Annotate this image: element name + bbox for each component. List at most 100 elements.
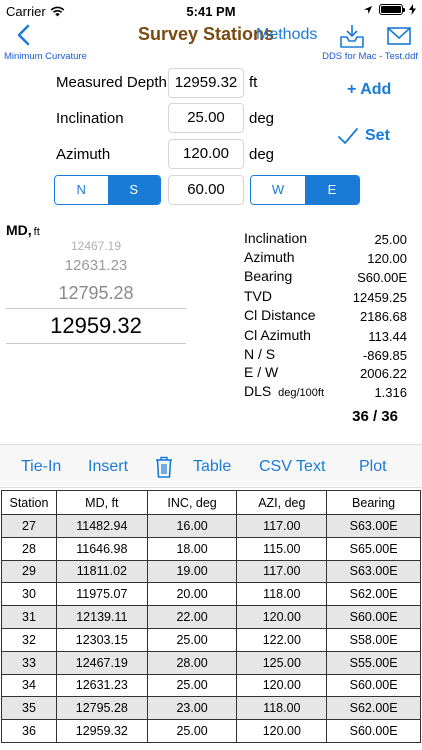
table-cell: 25.00 <box>146 719 238 743</box>
table-row[interactable]: 34 12631.23 25.00 120.00 S60.00E <box>1 673 421 698</box>
table-cell: S58.00E <box>326 627 421 652</box>
plot-button[interactable]: Plot <box>359 458 387 476</box>
table-cell: 12795.28 <box>55 696 148 721</box>
set-button[interactable]: Set <box>337 127 390 145</box>
column-header-bearing: Bearing <box>326 490 421 515</box>
north-south-segment: N S <box>54 175 161 205</box>
add-button[interactable]: + Add <box>347 81 391 99</box>
table-cell: S62.00E <box>326 582 421 607</box>
table-row[interactable]: 27 11482.94 16.00 117.00 S63.00E <box>1 514 421 538</box>
table-cell: 18.00 <box>146 536 238 561</box>
table-cell: 27 <box>1 514 57 538</box>
table-cell: 11482.94 <box>55 514 148 538</box>
table-cell: S65.00E <box>326 536 421 561</box>
checkmark-icon <box>338 128 358 144</box>
inclination-field[interactable]: 25.00 <box>168 103 244 133</box>
measured-depth-field[interactable]: 12959.32 <box>168 68 244 98</box>
table-cell: S55.00E <box>326 650 421 675</box>
east-west-segment: W E <box>250 175 360 205</box>
result-label: E / W <box>244 364 279 380</box>
inbox-download-icon[interactable] <box>339 23 365 49</box>
table-row[interactable]: 35 12795.28 23.00 118.00 S62.00E <box>1 696 421 721</box>
picker-selected-option[interactable]: 12959.32 <box>6 313 186 339</box>
set-label: Set <box>365 127 390 144</box>
column-header-md: MD, ft <box>55 490 148 515</box>
picker-option[interactable]: 12795.28 <box>6 283 186 304</box>
picker-option[interactable]: 12631.23 <box>6 257 186 274</box>
table-cell: 30 <box>1 582 57 607</box>
table-cell: 117.00 <box>236 559 328 584</box>
azimuth-label: Azimuth <box>56 146 111 163</box>
table-row[interactable]: 32 12303.15 25.00 122.00 S58.00E <box>1 627 421 652</box>
table-button[interactable]: Table <box>193 458 231 476</box>
table-cell: 36 <box>1 719 57 743</box>
table-cell: 125.00 <box>236 650 328 675</box>
bottom-toolbar: Tie-In Insert Table CSV Text Plot <box>0 444 422 488</box>
result-label: Cl Azimuth <box>244 327 311 343</box>
result-value: 2186.68 <box>360 309 407 324</box>
segment-east[interactable]: E <box>305 176 359 204</box>
dls-unit: deg/100ft <box>278 387 324 399</box>
table-cell: 12467.19 <box>55 650 148 675</box>
result-label: Inclination <box>244 230 308 246</box>
segment-west[interactable]: W <box>251 176 305 204</box>
table-header-row: Station MD, ft INC, deg AZI, deg Bearing <box>1 490 421 515</box>
table-cell: 25.00 <box>146 627 238 652</box>
table-cell: 11975.07 <box>55 582 148 607</box>
table-cell: 29 <box>1 559 57 584</box>
table-row[interactable]: 30 11975.07 20.00 118.00 S62.00E <box>1 582 421 607</box>
table-cell: 31 <box>1 605 57 629</box>
bearing-angle-field[interactable]: 60.00 <box>168 175 244 205</box>
table-row[interactable]: 36 12959.32 25.00 120.00 S60.00E <box>1 719 421 743</box>
trash-icon[interactable] <box>154 456 174 478</box>
md-picker-label: MD, ft <box>6 222 40 238</box>
table-cell: 28 <box>1 536 57 561</box>
table-cell: 12139.11 <box>55 605 148 629</box>
table-cell: S63.00E <box>326 514 421 538</box>
table-cell: 117.00 <box>236 514 328 538</box>
tie-in-button[interactable]: Tie-In <box>21 458 61 476</box>
station-count: 36 / 36 <box>352 408 398 425</box>
location-icon <box>364 5 372 14</box>
result-label: Azimuth <box>244 249 295 265</box>
table-cell: 118.00 <box>236 582 328 607</box>
table-cell: 115.00 <box>236 536 328 561</box>
azimuth-field[interactable]: 120.00 <box>168 139 244 169</box>
table-cell: S62.00E <box>326 696 421 721</box>
inclination-label: Inclination <box>56 110 124 127</box>
table-cell: 25.00 <box>146 673 238 698</box>
status-bar: Carrier 5:41 PM <box>0 0 422 22</box>
result-label: N / S <box>244 346 276 362</box>
table-cell: 35 <box>1 696 57 721</box>
battery-icon <box>379 4 405 15</box>
result-label: DLS deg/100ft <box>244 383 324 399</box>
column-header-station: Station <box>1 490 57 515</box>
table-row[interactable]: 33 12467.19 28.00 125.00 S55.00E <box>1 650 421 675</box>
table-cell: S60.00E <box>326 673 421 698</box>
segment-south[interactable]: S <box>107 176 160 204</box>
table-cell: 16.00 <box>146 514 238 538</box>
table-row[interactable]: 28 11646.98 18.00 115.00 S65.00E <box>1 536 421 561</box>
insert-button[interactable]: Insert <box>88 458 128 476</box>
file-name-label: DDS for Mac - Test.ddf <box>322 51 418 62</box>
md-picker-unit: ft <box>33 226 40 238</box>
calc-method-label: Minimum Curvature <box>4 51 87 62</box>
csv-text-button[interactable]: CSV Text <box>259 458 325 476</box>
table-cell: 23.00 <box>146 696 238 721</box>
table-cell: 12303.15 <box>55 627 148 652</box>
table-cell: 120.00 <box>236 605 328 629</box>
methods-button[interactable]: Methods <box>256 26 317 44</box>
column-header-azi: AZI, deg <box>236 490 328 515</box>
table-cell: 12959.32 <box>55 719 148 743</box>
segment-north[interactable]: N <box>55 176 108 204</box>
mail-icon[interactable] <box>386 23 412 49</box>
table-row[interactable]: 31 12139.11 22.00 120.00 S60.00E <box>1 605 421 629</box>
result-value: 1.316 <box>374 385 407 400</box>
picker-option[interactable]: 12467.19 <box>6 239 186 253</box>
table-row[interactable]: 29 11811.02 19.00 117.00 S63.00E <box>1 559 421 584</box>
navigation-bar: Survey Stations Methods <box>0 22 422 50</box>
table-cell: 20.00 <box>146 582 238 607</box>
charging-icon <box>409 4 416 15</box>
measured-depth-label: Measured Depth <box>56 74 167 91</box>
table-cell: 11811.02 <box>55 559 148 584</box>
